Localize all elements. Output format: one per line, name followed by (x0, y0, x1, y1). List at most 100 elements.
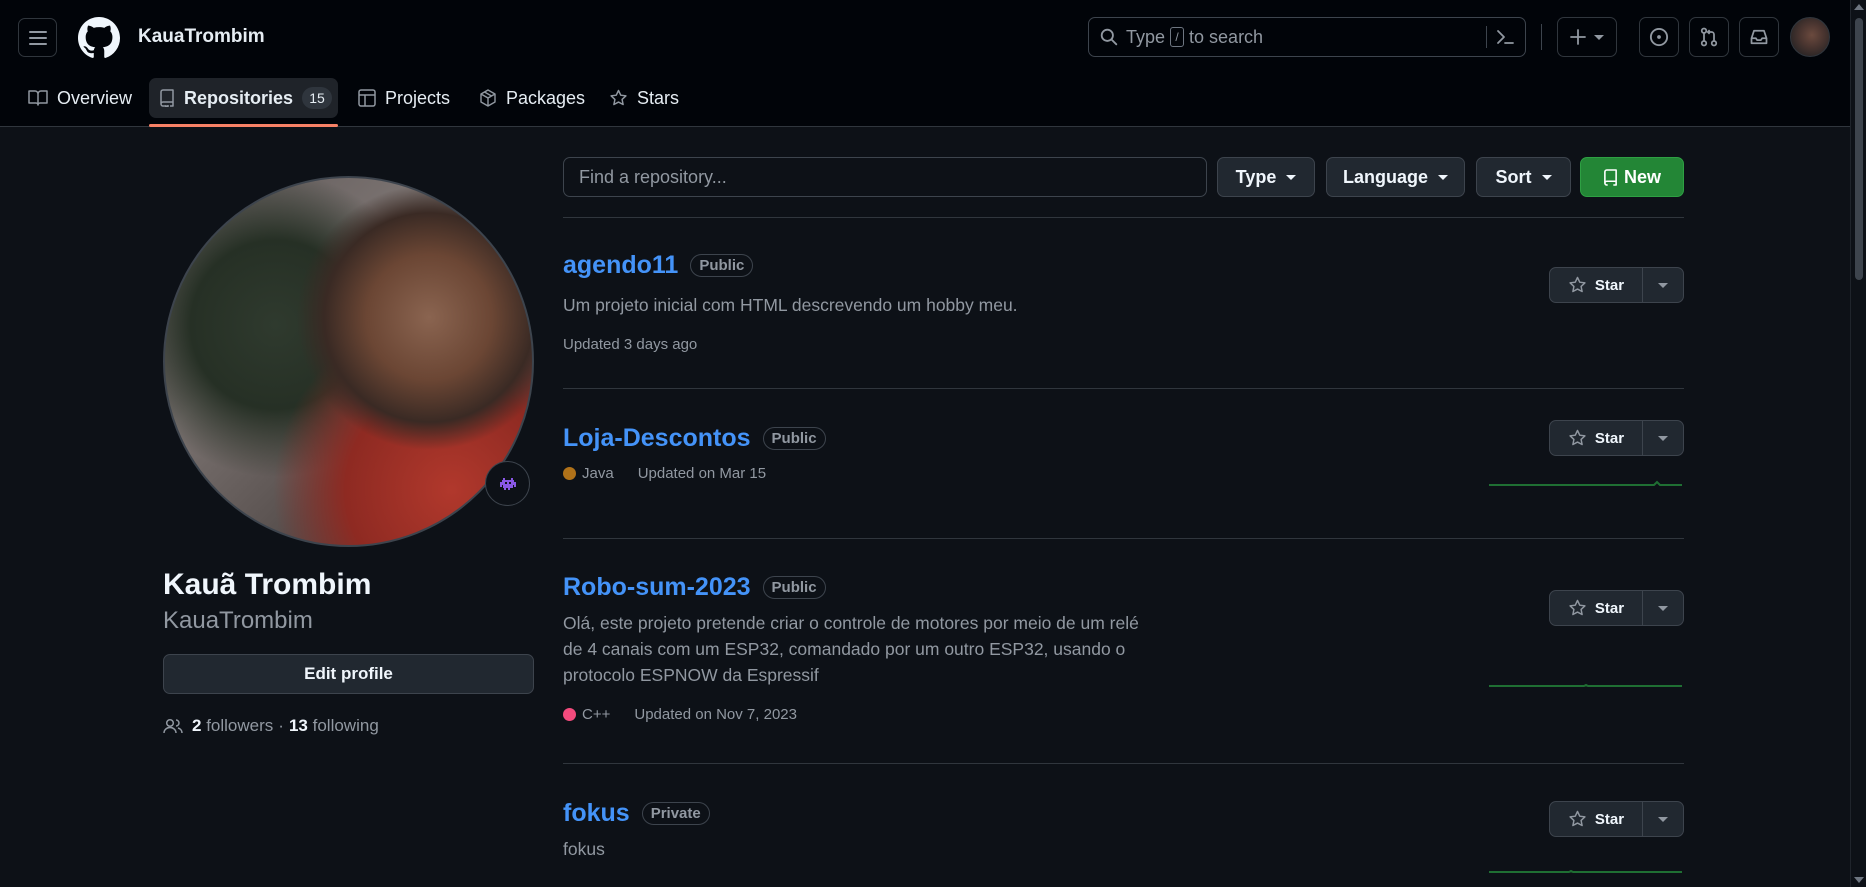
repo-name-link[interactable]: Robo-sum-2023 (563, 573, 751, 602)
star-button[interactable]: Star (1550, 802, 1643, 836)
tab-repositories[interactable]: Repositories 15 (149, 78, 338, 118)
chevron-down-icon (1541, 174, 1552, 180)
followers-label: followers (206, 716, 274, 735)
type-filter-label: Type (1235, 166, 1277, 187)
search-bar[interactable]: Type / to search (1088, 17, 1526, 57)
type-filter-button[interactable]: Type (1217, 157, 1315, 197)
following-link[interactable]: 13 following (289, 716, 379, 736)
chevron-down-icon (1658, 282, 1668, 288)
repo-language: Java (582, 465, 614, 482)
chevron-down-icon (1438, 174, 1448, 180)
visibility-badge: Public (762, 427, 826, 450)
find-repository-input[interactable] (563, 157, 1207, 197)
new-button-label: New (1623, 166, 1661, 187)
language-filter-button[interactable]: Language (1326, 157, 1465, 197)
divider (563, 763, 1684, 764)
pull-requests-button[interactable] (1689, 17, 1729, 57)
profile-avatar[interactable] (163, 176, 534, 547)
star-button-group: Star (1549, 801, 1684, 837)
star-button[interactable]: Star (1550, 268, 1643, 302)
search-text-before: Type (1126, 26, 1166, 47)
activity-sparkline (1489, 683, 1682, 687)
chevron-down-icon (1594, 34, 1604, 40)
owner-name-link[interactable]: KauaTrombim (138, 26, 265, 48)
repo-updated: Updated on Mar 15 (637, 465, 767, 482)
tab-projects[interactable]: Projects (348, 78, 460, 118)
star-button-group: Star (1549, 590, 1684, 626)
people-icon (163, 718, 183, 734)
star-list-dropdown[interactable] (1643, 268, 1683, 302)
new-repository-button[interactable]: New (1580, 157, 1684, 197)
language-filter-label: Language (1342, 166, 1428, 187)
chevron-down-icon (1658, 816, 1668, 822)
visibility-badge: Public (762, 576, 826, 599)
tab-overview[interactable]: Overview (18, 78, 142, 118)
repo-meta: C++ Updated on Nov 7, 2023 (563, 706, 1684, 723)
status-button[interactable] (485, 461, 530, 506)
language-color-dot (563, 708, 576, 721)
search-shortcut-key: / (1170, 27, 1185, 47)
repo-updated: Updated on Nov 7, 2023 (634, 706, 797, 723)
scroll-down-arrow-icon[interactable] (1854, 877, 1864, 883)
language-color-dot (563, 467, 576, 480)
star-label: Star (1594, 276, 1625, 294)
edit-profile-button[interactable]: Edit profile (163, 654, 534, 694)
star-button[interactable]: Star (1550, 421, 1643, 455)
user-avatar-button[interactable] (1790, 17, 1830, 57)
star-list-dropdown[interactable] (1643, 591, 1683, 625)
star-list-dropdown[interactable] (1643, 802, 1683, 836)
tab-stars-label: Stars (637, 87, 680, 108)
sort-label: Sort (1495, 166, 1532, 187)
table-icon (358, 89, 376, 107)
star-button-group: Star (1549, 267, 1684, 303)
star-icon (1568, 429, 1587, 447)
repo-name-link[interactable]: agendo11 (563, 251, 678, 280)
repo-list-item: agendo11 Public Um projeto inicial com H… (563, 251, 1684, 353)
tab-packages[interactable]: Packages (469, 78, 595, 118)
following-count: 13 (288, 716, 308, 735)
command-palette-icon[interactable] (1495, 28, 1515, 46)
star-icon (1568, 276, 1587, 294)
search-text-after: to search (1189, 26, 1264, 47)
profile-full-name: Kauã Trombim (163, 568, 372, 601)
search-divider (1486, 26, 1487, 48)
global-header: KauaTrombim Type / to search Overview Re… (0, 0, 1850, 127)
chevron-down-icon (1286, 174, 1297, 180)
repo-language: C++ (582, 706, 611, 723)
menu-button[interactable] (18, 18, 57, 57)
repo-updated: Updated 3 days ago (563, 336, 698, 353)
repo-list-item: fokus Private fokus Star (563, 799, 1684, 873)
follow-separator: · (278, 716, 284, 735)
followers-count: 2 (192, 716, 202, 735)
repo-name-link[interactable]: Loja-Descontos (563, 424, 751, 453)
inbox-button[interactable] (1739, 17, 1779, 57)
plus-icon (1570, 29, 1586, 45)
followers-link[interactable]: 2 followers (192, 716, 273, 736)
github-logo-icon[interactable] (78, 17, 120, 59)
scrollbar-thumb[interactable] (1855, 18, 1863, 280)
page-scrollbar[interactable] (1850, 0, 1866, 887)
divider (563, 388, 1684, 389)
following-label: following (312, 716, 379, 735)
star-button[interactable]: Star (1550, 591, 1643, 625)
repo-name-link[interactable]: fokus (563, 799, 630, 828)
visibility-badge: Private (641, 802, 710, 825)
star-label: Star (1594, 599, 1625, 617)
star-icon (1568, 810, 1587, 828)
issues-button[interactable] (1639, 17, 1679, 57)
repo-meta: Updated 3 days ago (563, 336, 1684, 353)
create-new-button[interactable] (1557, 17, 1617, 57)
scroll-up-arrow-icon[interactable] (1854, 4, 1864, 10)
star-list-dropdown[interactable] (1643, 421, 1683, 455)
repo-list-item: Loja-Descontos Public Java Updated on Ma… (563, 420, 1684, 486)
tab-stars[interactable]: Stars (599, 78, 689, 118)
repo-description: Olá, este projeto pretende criar o contr… (563, 613, 1139, 685)
repo-description: Um projeto inicial com HTML descrevendo … (563, 295, 1018, 315)
active-tab-underline (149, 124, 338, 127)
hamburger-icon (28, 30, 47, 46)
issue-opened-icon (1649, 27, 1669, 47)
follow-stats: 2 followers · 13 following (163, 716, 379, 736)
sort-button[interactable]: Sort (1476, 157, 1571, 197)
search-icon (1100, 28, 1118, 46)
star-icon (609, 89, 628, 107)
